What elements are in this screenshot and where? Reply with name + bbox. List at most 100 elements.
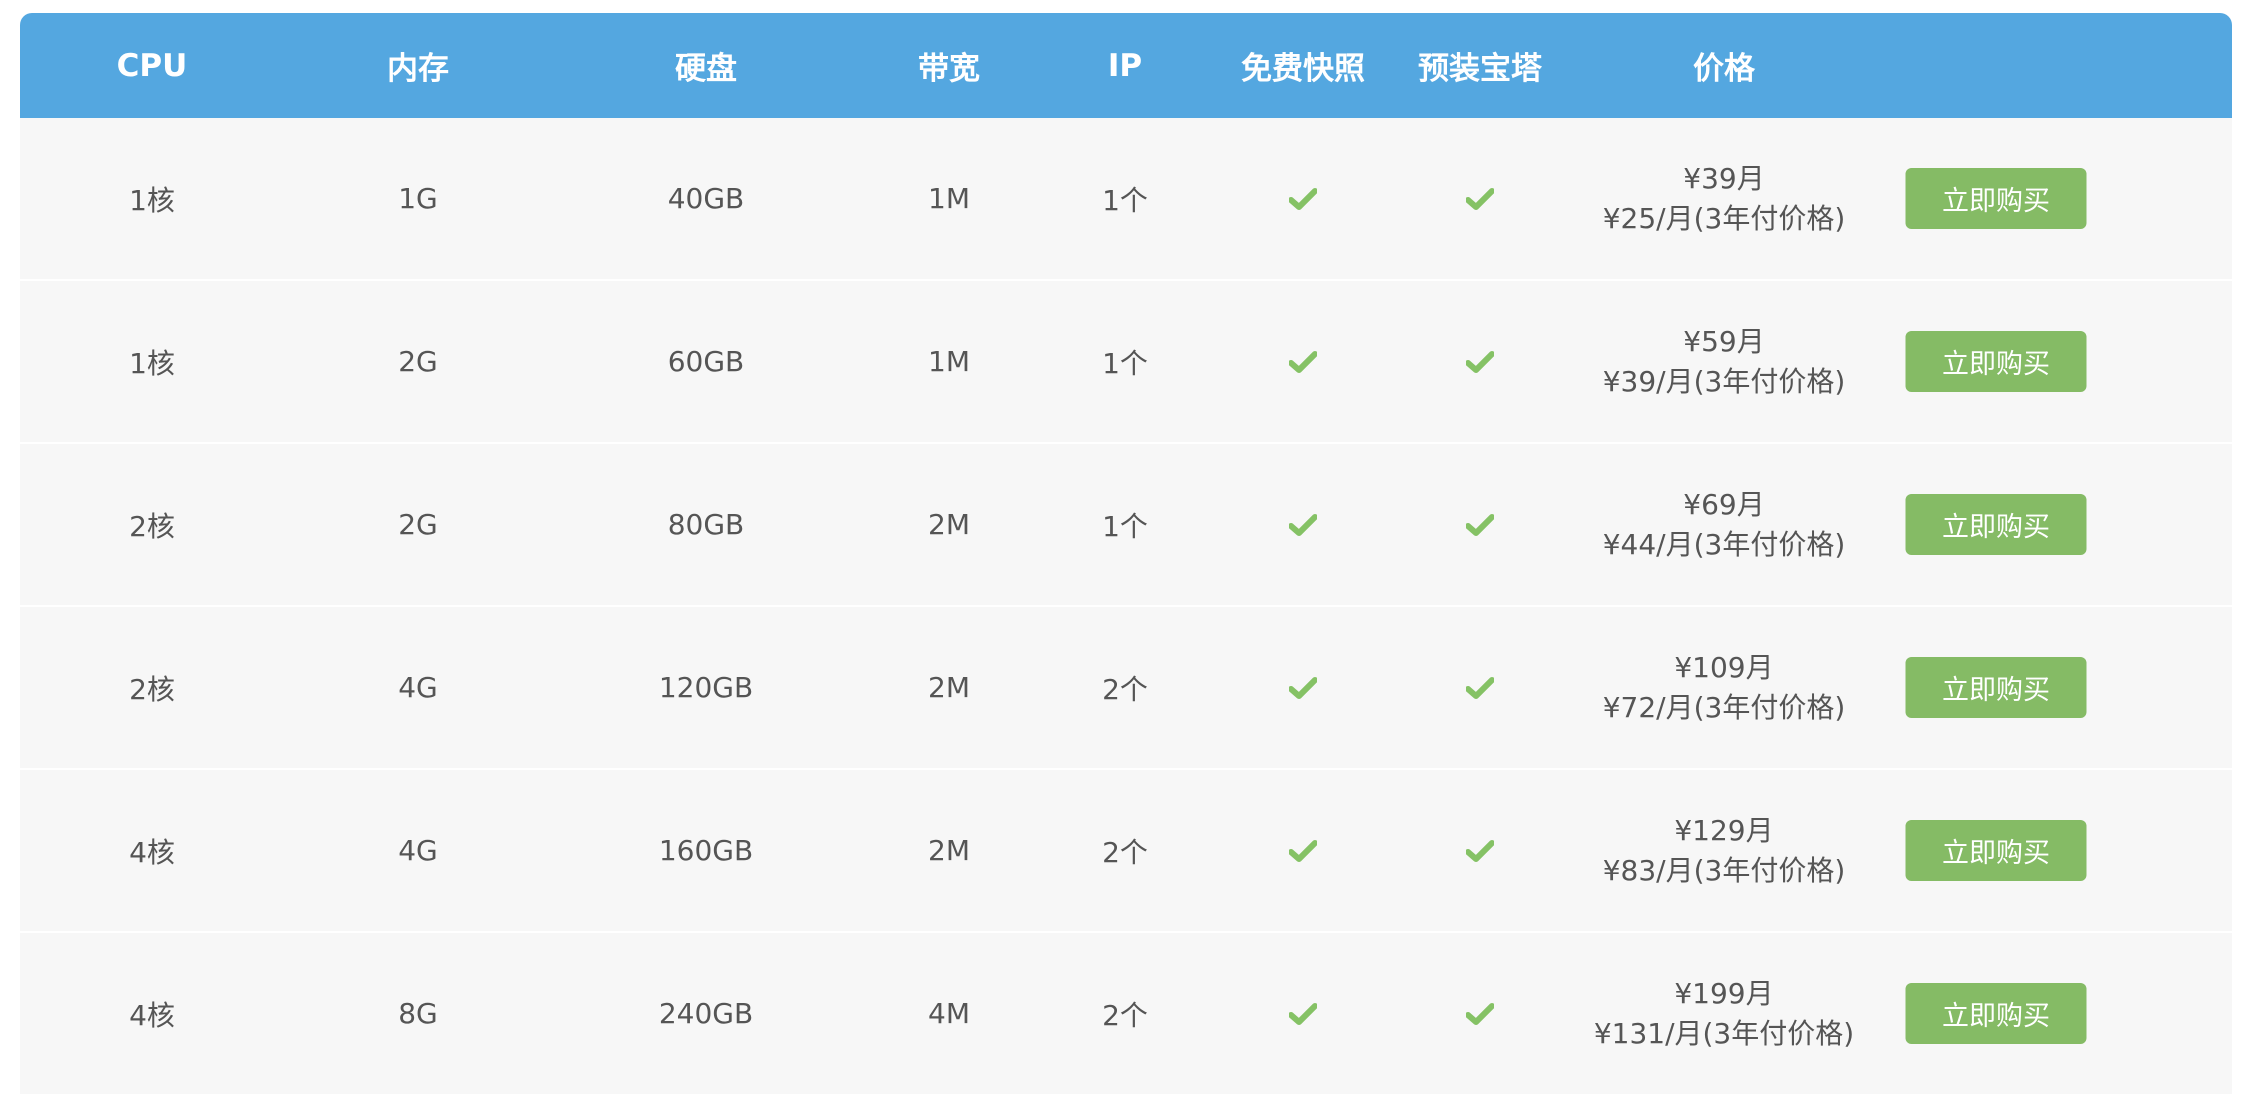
cell-snapshot bbox=[1289, 444, 1317, 605]
cell-price: ¥39月 ¥25/月(3年付价格) bbox=[1603, 118, 1846, 279]
cell-cpu: 4核 bbox=[129, 998, 175, 1032]
cell-memory: 8G bbox=[398, 997, 438, 1030]
cell-baota bbox=[1466, 444, 1494, 605]
check-icon bbox=[1466, 350, 1494, 374]
check-icon bbox=[1289, 350, 1317, 374]
check-icon bbox=[1289, 839, 1317, 863]
cell-baota bbox=[1466, 770, 1494, 931]
price-3yr: ¥72/月(3年付价格) bbox=[1602, 690, 1846, 724]
pricing-table: CPU 内存 硬盘 带宽 IP 免费快照 预装宝塔 价格 1核 1G 40GB … bbox=[20, 13, 2232, 1096]
cell-price: ¥199月 ¥131/月(3年付价格) bbox=[1594, 933, 1854, 1094]
cell-disk: 160GB bbox=[658, 834, 754, 867]
price-monthly: ¥109月 bbox=[1674, 650, 1774, 684]
table-row: 1核 1G 40GB 1M 1个 ¥39月 ¥25/月(3年付价格) 立即购买 bbox=[20, 118, 2232, 281]
header-snapshot: 免费快照 bbox=[1241, 51, 1365, 87]
check-icon bbox=[1466, 1002, 1494, 1026]
cell-price: ¥59月 ¥39/月(3年付价格) bbox=[1603, 281, 1846, 442]
header-disk: 硬盘 bbox=[675, 51, 737, 87]
cell-cpu: 1核 bbox=[129, 183, 175, 217]
price-3yr: ¥83/月(3年付价格) bbox=[1602, 853, 1846, 887]
cell-baota bbox=[1466, 933, 1494, 1094]
cell-ip: 1个 bbox=[1102, 509, 1148, 543]
table-row: 2核 4G 120GB 2M 2个 ¥109月 ¥72/月(3年付价格) 立即购… bbox=[20, 607, 2232, 770]
buy-now-button[interactable]: 立即购买 bbox=[1905, 820, 2087, 881]
price-monthly: ¥129月 bbox=[1674, 813, 1774, 847]
price-monthly: ¥199月 bbox=[1674, 976, 1774, 1010]
cell-action: 立即购买 bbox=[1905, 444, 2087, 605]
cell-snapshot bbox=[1289, 118, 1317, 279]
check-icon bbox=[1466, 187, 1494, 211]
buy-now-button[interactable]: 立即购买 bbox=[1905, 983, 2087, 1044]
cell-cpu: 4核 bbox=[129, 835, 175, 869]
table-row: 4核 8G 240GB 4M 2个 ¥199月 ¥131/月(3年付价格) 立即… bbox=[20, 933, 2232, 1096]
cell-action: 立即购买 bbox=[1905, 118, 2087, 279]
cell-bandwidth: 2M bbox=[928, 508, 970, 541]
cell-bandwidth: 2M bbox=[928, 834, 970, 867]
cell-ip: 2个 bbox=[1102, 998, 1148, 1032]
table-row: 2核 2G 80GB 2M 1个 ¥69月 ¥44/月(3年付价格) 立即购买 bbox=[20, 444, 2232, 607]
cell-price: ¥109月 ¥72/月(3年付价格) bbox=[1603, 607, 1846, 768]
price-3yr: ¥39/月(3年付价格) bbox=[1602, 364, 1846, 398]
cell-cpu: 2核 bbox=[129, 509, 175, 543]
header-memory: 内存 bbox=[387, 51, 449, 87]
check-icon bbox=[1466, 513, 1494, 537]
buy-now-button[interactable]: 立即购买 bbox=[1905, 331, 2087, 392]
cell-action: 立即购买 bbox=[1905, 933, 2087, 1094]
price-monthly: ¥69月 bbox=[1683, 487, 1765, 521]
cell-disk: 120GB bbox=[658, 671, 754, 704]
cell-disk: 40GB bbox=[667, 182, 745, 215]
cell-memory: 4G bbox=[398, 671, 438, 704]
check-icon bbox=[1289, 187, 1317, 211]
table-row: 1核 2G 60GB 1M 1个 ¥59月 ¥39/月(3年付价格) 立即购买 bbox=[20, 281, 2232, 444]
check-icon bbox=[1289, 1002, 1317, 1026]
table-header: CPU 内存 硬盘 带宽 IP 免费快照 预装宝塔 价格 bbox=[20, 13, 2232, 118]
cell-baota bbox=[1466, 118, 1494, 279]
table-row: 4核 4G 160GB 2M 2个 ¥129月 ¥83/月(3年付价格) 立即购… bbox=[20, 770, 2232, 933]
cell-bandwidth: 2M bbox=[928, 671, 970, 704]
check-icon bbox=[1466, 839, 1494, 863]
buy-now-button[interactable]: 立即购买 bbox=[1905, 494, 2087, 555]
cell-snapshot bbox=[1289, 281, 1317, 442]
cell-price: ¥69月 ¥44/月(3年付价格) bbox=[1603, 444, 1846, 605]
cell-action: 立即购买 bbox=[1905, 770, 2087, 931]
price-monthly: ¥39月 bbox=[1683, 161, 1765, 195]
price-3yr: ¥44/月(3年付价格) bbox=[1602, 527, 1846, 561]
header-baota: 预装宝塔 bbox=[1418, 51, 1542, 87]
header-cpu: CPU bbox=[116, 47, 188, 84]
price-3yr: ¥25/月(3年付价格) bbox=[1602, 201, 1846, 235]
cell-bandwidth: 4M bbox=[928, 997, 970, 1030]
cell-memory: 4G bbox=[398, 834, 438, 867]
check-icon bbox=[1466, 676, 1494, 700]
cell-disk: 60GB bbox=[667, 345, 745, 378]
cell-memory: 1G bbox=[398, 182, 438, 215]
cell-price: ¥129月 ¥83/月(3年付价格) bbox=[1603, 770, 1846, 931]
cell-memory: 2G bbox=[398, 508, 438, 541]
buy-now-button[interactable]: 立即购买 bbox=[1905, 657, 2087, 718]
header-ip: IP bbox=[1107, 47, 1143, 84]
buy-now-button[interactable]: 立即购买 bbox=[1905, 168, 2087, 229]
cell-action: 立即购买 bbox=[1905, 607, 2087, 768]
cell-snapshot bbox=[1289, 770, 1317, 931]
cell-disk: 80GB bbox=[667, 508, 745, 541]
cell-ip: 1个 bbox=[1102, 346, 1148, 380]
header-price: 价格 bbox=[1693, 51, 1755, 87]
header-bandwidth: 带宽 bbox=[918, 51, 980, 87]
cell-ip: 1个 bbox=[1102, 183, 1148, 217]
cell-disk: 240GB bbox=[658, 997, 754, 1030]
table-body: 1核 1G 40GB 1M 1个 ¥39月 ¥25/月(3年付价格) 立即购买 … bbox=[20, 118, 2232, 1096]
cell-baota bbox=[1466, 607, 1494, 768]
cell-ip: 2个 bbox=[1102, 672, 1148, 706]
cell-cpu: 2核 bbox=[129, 672, 175, 706]
cell-memory: 2G bbox=[398, 345, 438, 378]
cell-bandwidth: 1M bbox=[928, 182, 970, 215]
cell-snapshot bbox=[1289, 933, 1317, 1094]
cell-bandwidth: 1M bbox=[928, 345, 970, 378]
cell-action: 立即购买 bbox=[1905, 281, 2087, 442]
cell-baota bbox=[1466, 281, 1494, 442]
cell-cpu: 1核 bbox=[129, 346, 175, 380]
cell-ip: 2个 bbox=[1102, 835, 1148, 869]
price-3yr: ¥131/月(3年付价格) bbox=[1593, 1016, 1855, 1050]
check-icon bbox=[1289, 676, 1317, 700]
price-monthly: ¥59月 bbox=[1683, 324, 1765, 358]
cell-snapshot bbox=[1289, 607, 1317, 768]
